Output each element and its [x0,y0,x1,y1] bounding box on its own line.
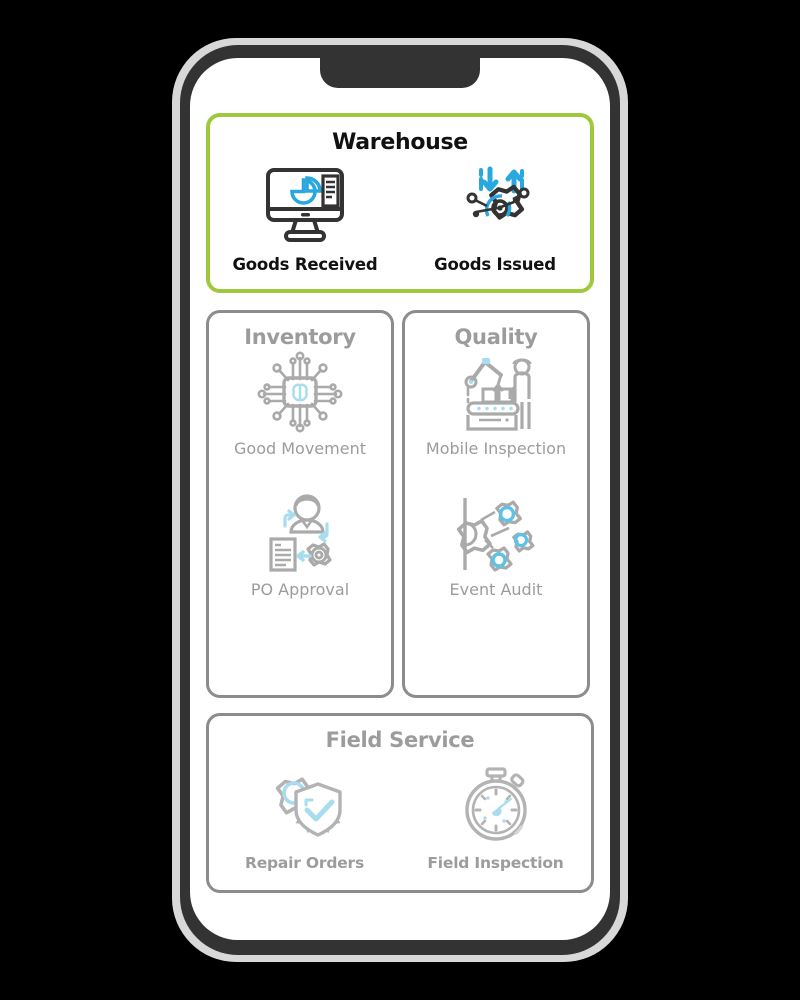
tile-label: Mobile Inspection [425,439,567,458]
person-document-gear-icon [255,490,345,576]
stopwatch-icon [448,758,544,850]
silent-switch-button[interactable] [173,205,178,233]
tile-goods-received[interactable]: Goods Received [220,159,390,274]
tile-label: Field Inspection [427,854,564,872]
tile-goods-issued[interactable]: Goods Issued [410,159,580,274]
volume-up-button[interactable] [173,265,178,317]
volume-down-button[interactable] [173,335,178,387]
robot-conveyor-worker-icon [451,349,541,435]
gears-cluster-icon [451,490,541,576]
card-field-service[interactable]: Field Service Repair Orders Field Inspec… [206,713,594,893]
power-button[interactable] [622,285,627,365]
card-inventory[interactable]: Inventory Good Movement PO Approval [206,310,394,698]
card-title-field-service: Field Service [325,728,475,752]
tile-po-approval[interactable]: PO Approval [209,490,391,599]
field-service-tile-row: Repair Orders Field Inspection [209,758,591,872]
card-quality[interactable]: Quality Mobile Inspection Event Audit [402,310,590,698]
gear-shield-check-icon [257,758,353,850]
tile-repair-orders[interactable]: Repair Orders [220,758,390,872]
tile-good-movement[interactable]: Good Movement [209,349,391,458]
tile-label: Repair Orders [244,854,365,872]
tile-label: Goods Received [232,255,378,274]
monitor-pie-chart-icon [257,159,353,251]
ai-chip-brain-icon [255,349,345,435]
app-home-screen: Warehouse Goods Received Goods Issued In… [190,58,610,940]
card-title-warehouse: Warehouse [332,130,468,155]
tile-field-inspection[interactable]: Field Inspection [411,758,581,872]
tile-label: PO Approval [250,580,350,599]
tile-label: Goods Issued [434,255,556,274]
tile-event-audit[interactable]: Event Audit [405,490,587,599]
tile-mobile-inspection[interactable]: Mobile Inspection [405,349,587,458]
card-title-inventory: Inventory [244,325,356,349]
phone-notch [320,58,480,88]
tile-label: Event Audit [449,580,543,599]
tile-label: Good Movement [234,439,366,458]
card-title-quality: Quality [454,325,538,349]
warehouse-tile-row: Goods Received Goods Issued [210,159,590,274]
card-warehouse[interactable]: Warehouse Goods Received Goods Issued [206,113,594,293]
screenshot-root: Warehouse Goods Received Goods Issued In… [0,0,800,1000]
gear-target-arrows-icon [447,159,543,251]
